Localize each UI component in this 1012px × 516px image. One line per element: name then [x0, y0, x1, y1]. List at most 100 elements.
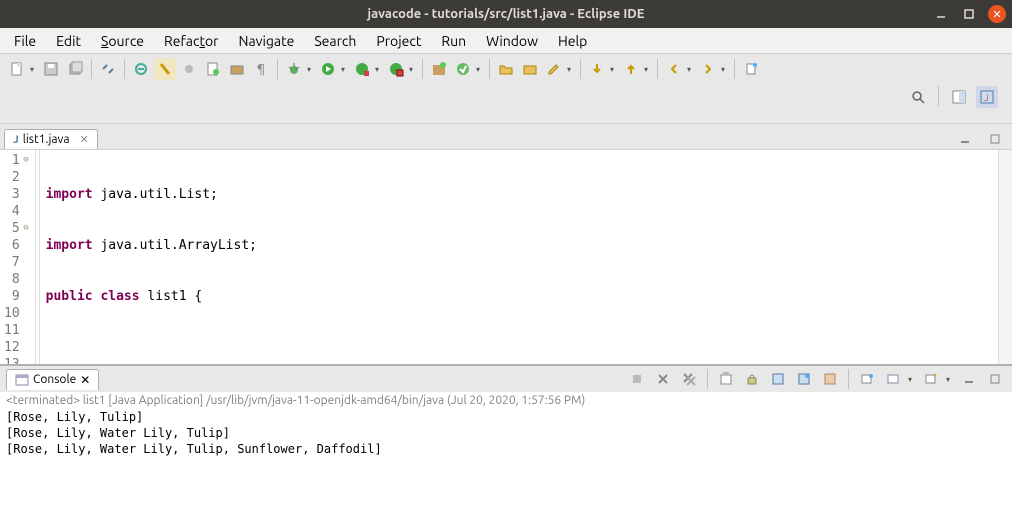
console-output-line: [Rose, Lily, Water Lily, Tulip, Sunflowe… — [6, 441, 1006, 457]
new-java-project-button[interactable] — [428, 58, 450, 80]
create-dropdown[interactable]: ▾ — [476, 65, 484, 74]
svg-text:J: J — [984, 93, 988, 103]
show-console-button[interactable] — [819, 368, 841, 390]
menu-help[interactable]: Help — [550, 31, 595, 51]
maximize-view-icon[interactable] — [984, 128, 1006, 150]
console-output-area[interactable]: <terminated> list1 [Java Application] /u… — [0, 392, 1012, 516]
new-java-class-button[interactable] — [202, 58, 224, 80]
code-content[interactable]: import java.util.List; import java.util.… — [40, 150, 998, 364]
separator — [489, 59, 490, 79]
java-file-icon: J — [13, 134, 19, 146]
save-button[interactable] — [40, 58, 62, 80]
separator — [734, 59, 735, 79]
display-selected-button[interactable] — [856, 368, 878, 390]
minimize-button[interactable] — [932, 5, 950, 23]
separator — [938, 86, 939, 106]
clear-console-button[interactable] — [715, 368, 737, 390]
forward-button[interactable] — [697, 58, 719, 80]
menu-source[interactable]: Source — [93, 31, 152, 51]
search-icon[interactable] — [907, 86, 929, 108]
skip-breakpoints-button[interactable] — [178, 58, 200, 80]
run-dropdown[interactable]: ▾ — [341, 65, 349, 74]
separator — [124, 59, 125, 79]
java-perspective-button[interactable]: J — [976, 86, 998, 108]
menu-search[interactable]: Search — [306, 31, 364, 51]
word-wrap-button[interactable] — [767, 368, 789, 390]
menu-bar: File Edit Source Refactor Navigate Searc… — [0, 28, 1012, 54]
console-toolbar: ▾ + ▾ — [626, 368, 1006, 390]
overview-ruler[interactable] — [998, 150, 1012, 364]
back-button[interactable] — [663, 58, 685, 80]
console-status-line: <terminated> list1 [Java Application] /u… — [6, 394, 1006, 409]
open-console-button[interactable] — [882, 368, 904, 390]
debug-dropdown[interactable]: ▾ — [307, 65, 315, 74]
open-folder-button[interactable] — [495, 58, 517, 80]
main-toolbar: ▾ ¶ ▾ ▾ ▾ ▾ ▾ ▾ ▾ ▾ ▾ ▾ J — [0, 54, 1012, 124]
maximize-console-icon[interactable] — [984, 368, 1006, 390]
menu-refactor[interactable]: Refactor — [156, 31, 226, 51]
scroll-lock-button[interactable] — [741, 368, 763, 390]
ext-tools-dropdown[interactable]: ▾ — [409, 65, 417, 74]
pencil-button[interactable] — [543, 58, 565, 80]
minimize-view-icon[interactable] — [954, 128, 976, 150]
console-tab[interactable]: Console ✕ — [6, 369, 99, 390]
open-type-button[interactable] — [130, 58, 152, 80]
new-button[interactable] — [6, 58, 28, 80]
close-tab-icon[interactable]: ✕ — [80, 133, 89, 146]
back-dropdown[interactable]: ▾ — [687, 65, 695, 74]
console-tab-label: Console — [33, 373, 76, 386]
separator — [277, 59, 278, 79]
console-panel: Console ✕ ▾ + ▾ <terminated> list1 [Java… — [0, 364, 1012, 516]
separator — [580, 59, 581, 79]
next-annotation-button[interactable] — [586, 58, 608, 80]
external-tools-button[interactable] — [385, 58, 407, 80]
remove-all-button[interactable] — [678, 368, 700, 390]
window-controls: ✕ — [932, 5, 1006, 23]
link-editor-button[interactable] — [97, 58, 119, 80]
svg-text:+: + — [932, 372, 937, 380]
next-ann-dropdown[interactable]: ▾ — [610, 65, 618, 74]
code-editor[interactable]: 1⊖ 2 3 4 5⊖ 6 7 8 9 10 11 12 13 import j… — [0, 150, 1012, 364]
create-button[interactable] — [452, 58, 474, 80]
pilcrow-button[interactable]: ¶ — [250, 58, 272, 80]
new-console-button[interactable]: + — [920, 368, 942, 390]
console-output-line: [Rose, Lily, Tulip] — [6, 409, 1006, 425]
open-console-dropdown[interactable]: ▾ — [908, 375, 916, 384]
window-title: javacode - tutorials/src/list1.java - Ec… — [8, 7, 1004, 21]
separator — [707, 369, 708, 389]
new-package-button[interactable] — [226, 58, 248, 80]
prev-annotation-button[interactable] — [620, 58, 642, 80]
debug-button[interactable] — [283, 58, 305, 80]
editor-tab-label: list1.java — [23, 133, 70, 146]
remove-launch-button[interactable] — [652, 368, 674, 390]
menu-window[interactable]: Window — [478, 31, 546, 51]
close-button[interactable]: ✕ — [988, 5, 1006, 23]
menu-project[interactable]: Project — [368, 31, 429, 51]
separator — [91, 59, 92, 79]
coverage-dropdown[interactable]: ▾ — [375, 65, 383, 74]
minimize-console-icon[interactable] — [958, 368, 980, 390]
console-tab-bar: Console ✕ ▾ + ▾ — [0, 366, 1012, 392]
editor-tab-list1[interactable]: J list1.java ✕ — [4, 129, 98, 149]
menu-navigate[interactable]: Navigate — [230, 31, 302, 51]
close-console-icon[interactable]: ✕ — [80, 373, 90, 387]
menu-run[interactable]: Run — [433, 31, 474, 51]
menu-edit[interactable]: Edit — [48, 31, 89, 51]
prev-ann-dropdown[interactable]: ▾ — [644, 65, 652, 74]
save-all-button[interactable] — [64, 58, 86, 80]
run-button[interactable] — [317, 58, 339, 80]
maximize-button[interactable] — [960, 5, 978, 23]
pin-console-button[interactable] — [793, 368, 815, 390]
pencil-dropdown[interactable]: ▾ — [567, 65, 575, 74]
new-dropdown[interactable]: ▾ — [30, 65, 38, 74]
pin-editor-button[interactable] — [740, 58, 762, 80]
separator — [848, 369, 849, 389]
coverage-button[interactable] — [351, 58, 373, 80]
open-perspective-button[interactable] — [948, 86, 970, 108]
menu-file[interactable]: File — [6, 31, 44, 51]
console-icon — [15, 373, 29, 387]
toggle-mark-button[interactable] — [154, 58, 176, 80]
forward-dropdown[interactable]: ▾ — [721, 65, 729, 74]
new-console-dropdown[interactable]: ▾ — [946, 375, 954, 384]
folder-button[interactable] — [519, 58, 541, 80]
